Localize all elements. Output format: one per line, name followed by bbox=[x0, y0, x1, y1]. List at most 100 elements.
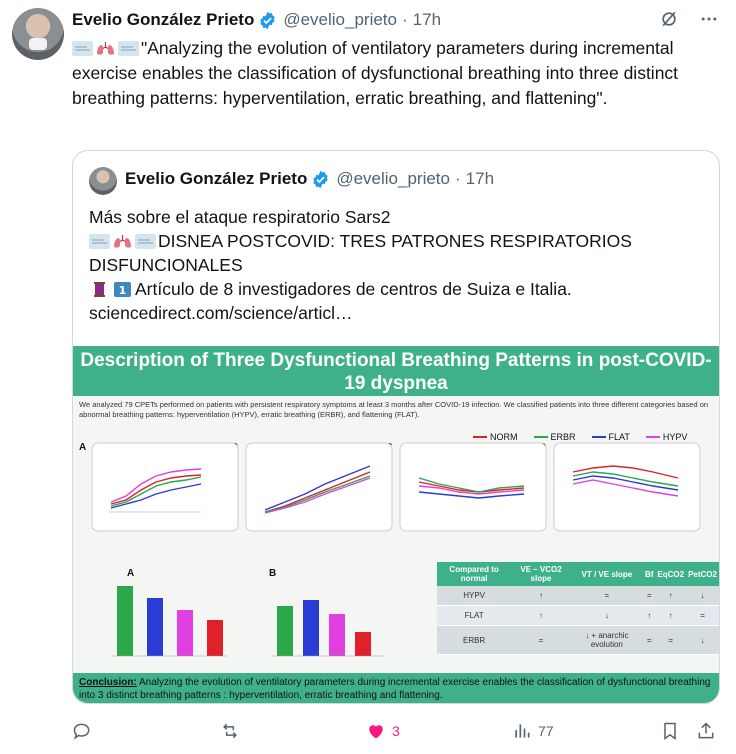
header-actions bbox=[658, 8, 720, 30]
legend-item: ERBR bbox=[533, 432, 576, 442]
legend-label: FLAT bbox=[608, 432, 630, 442]
svg-text:1: 1 bbox=[119, 284, 127, 297]
tweet-text: "Analyzing the evolution of ventilatory … bbox=[72, 36, 712, 111]
author-avatar[interactable] bbox=[12, 8, 64, 60]
quoted-line-2: DISNEA POSTCOVID: TRES PATRONES RESPIRAT… bbox=[89, 229, 701, 277]
table-cell: = bbox=[655, 625, 687, 655]
legend-swatch bbox=[591, 436, 606, 438]
repost-icon bbox=[223, 723, 237, 739]
share-button[interactable] bbox=[696, 721, 716, 741]
table-cell: ↑ bbox=[511, 605, 571, 626]
tweet-header: Evelio González Prieto @evelio_prieto · … bbox=[72, 8, 441, 32]
table-cell: ↑ bbox=[655, 586, 687, 606]
wind-face-icon bbox=[72, 41, 93, 56]
legend-label: ERBR bbox=[550, 432, 576, 442]
repost-button[interactable] bbox=[220, 721, 240, 741]
infographic-title: Description of Three Dysfunctional Breat… bbox=[73, 346, 719, 396]
line-panel-c bbox=[399, 442, 547, 532]
quoted-line-3-text: Artículo de 8 investigadores de centros … bbox=[135, 279, 572, 299]
quoted-tweet[interactable]: Evelio González Prieto @evelio_prieto · … bbox=[72, 150, 720, 704]
share-icon bbox=[698, 722, 714, 739]
action-bar: 3 77 bbox=[72, 718, 722, 744]
table-header-cell: EqCO2 bbox=[655, 562, 687, 586]
quoted-header: Evelio González Prieto @evelio_prieto · … bbox=[125, 169, 494, 189]
view-count: 77 bbox=[538, 723, 554, 739]
conclusion-text: Analyzing the evolution of ventilatory p… bbox=[79, 677, 711, 701]
line-panel-b bbox=[245, 442, 393, 532]
legend-swatch bbox=[473, 436, 487, 438]
quoted-author-name[interactable]: Evelio González Prieto bbox=[125, 169, 307, 189]
table-cell: ↑ bbox=[655, 605, 687, 626]
table-header-cell: Compared to normal bbox=[437, 562, 512, 586]
author-name[interactable]: Evelio González Prieto bbox=[72, 10, 254, 30]
legend-item: NORM bbox=[473, 432, 518, 442]
panel-label-a: A bbox=[79, 442, 87, 453]
table-header-cell: PetCO2 bbox=[686, 562, 719, 586]
legend-item: HYPV bbox=[645, 432, 688, 442]
quoted-timestamp[interactable]: 17h bbox=[466, 169, 494, 189]
table-cell: ↓ bbox=[570, 605, 643, 626]
legend-label: NORM bbox=[490, 432, 518, 442]
quoted-line-3: 1 Artículo de 8 investigadores de centros… bbox=[89, 277, 701, 301]
quoted-line-2-text: DISNEA POSTCOVID: TRES PATRONES RESPIRAT… bbox=[89, 231, 632, 275]
table-cell: ↓ bbox=[686, 625, 719, 655]
separator-dot: · bbox=[401, 10, 408, 29]
more-options-icon[interactable] bbox=[698, 8, 720, 30]
tweet-body: "Analyzing the evolution of ventilatory … bbox=[72, 38, 679, 108]
thread-spool-icon bbox=[94, 282, 105, 297]
infographic-image[interactable]: Description of Three Dysfunctional Breat… bbox=[73, 346, 719, 703]
table-cell: HYPV bbox=[437, 586, 512, 606]
bookmark-icon bbox=[664, 722, 676, 740]
table-header-cell: VT / VE slope bbox=[570, 562, 643, 586]
wind-face-icon bbox=[135, 234, 156, 249]
legend-swatch bbox=[533, 436, 548, 438]
table-cell: ↑ bbox=[511, 586, 571, 606]
bar-panel-b bbox=[271, 600, 383, 657]
quoted-line-1: Más sobre el ataque respiratorio Sars2 bbox=[89, 207, 391, 227]
like-count: 3 bbox=[392, 723, 400, 739]
grok-icon[interactable] bbox=[658, 8, 680, 30]
wind-face-icon bbox=[118, 41, 139, 56]
views-button[interactable]: 77 bbox=[512, 721, 554, 741]
legend-label: HYPV bbox=[662, 432, 688, 442]
infographic-intro: We analyzed 79 CPETs performed on patien… bbox=[79, 400, 709, 419]
table-cell: = bbox=[686, 605, 719, 626]
quoted-text: Más sobre el ataque respiratorio Sars2 D… bbox=[89, 205, 701, 325]
table-row: FLAT ↑ ↓ ↑ ↑ = bbox=[437, 605, 719, 626]
quoted-author-avatar[interactable] bbox=[89, 167, 117, 195]
lungs-icon bbox=[97, 42, 114, 55]
table-cell: = bbox=[570, 586, 643, 606]
table-cell: = bbox=[511, 625, 571, 655]
chart-legend: NORM ERBR FLAT HYPV bbox=[473, 432, 687, 442]
reply-icon bbox=[73, 723, 90, 740]
table-row: HYPV ↑ = = ↑ ↓ bbox=[437, 586, 719, 606]
heart-icon bbox=[369, 725, 383, 739]
views-icon bbox=[515, 724, 530, 738]
quoted-author-handle[interactable]: @evelio_prieto bbox=[336, 169, 450, 189]
table-cell: ERBR bbox=[437, 625, 512, 655]
table-cell: ↓ bbox=[686, 586, 719, 606]
conclusion-box: Conclusion: Analyzing the evolution of v… bbox=[73, 673, 719, 703]
quoted-link[interactable]: sciencedirect.com/science/articl… bbox=[89, 301, 701, 325]
verified-badge-icon bbox=[313, 170, 329, 188]
keycap-one-icon: 1 bbox=[114, 282, 131, 297]
legend-item: FLAT bbox=[591, 432, 630, 442]
wind-face-icon bbox=[89, 234, 110, 249]
reply-button[interactable] bbox=[72, 721, 92, 741]
table-cell: FLAT bbox=[437, 605, 512, 626]
table-cell: = bbox=[642, 625, 656, 655]
like-button[interactable]: 3 bbox=[366, 721, 400, 741]
line-panel-d bbox=[553, 442, 701, 532]
table-cell: ↓ + anarchic evolution bbox=[570, 625, 643, 655]
table-header-cell: Bf bbox=[642, 562, 656, 586]
author-handle[interactable]: @evelio_prieto bbox=[283, 10, 397, 30]
separator-dot: · bbox=[454, 169, 461, 188]
legend-swatch bbox=[645, 436, 660, 438]
line-panel-a bbox=[91, 442, 239, 532]
bar-panel-a bbox=[111, 586, 227, 657]
figure-caption bbox=[79, 534, 713, 542]
table-row: ERBR = ↓ + anarchic evolution = = ↓ bbox=[437, 625, 719, 655]
conclusion-label: Conclusion: bbox=[79, 677, 137, 688]
timestamp[interactable]: 17h bbox=[413, 10, 441, 30]
bookmark-button[interactable] bbox=[660, 721, 680, 741]
